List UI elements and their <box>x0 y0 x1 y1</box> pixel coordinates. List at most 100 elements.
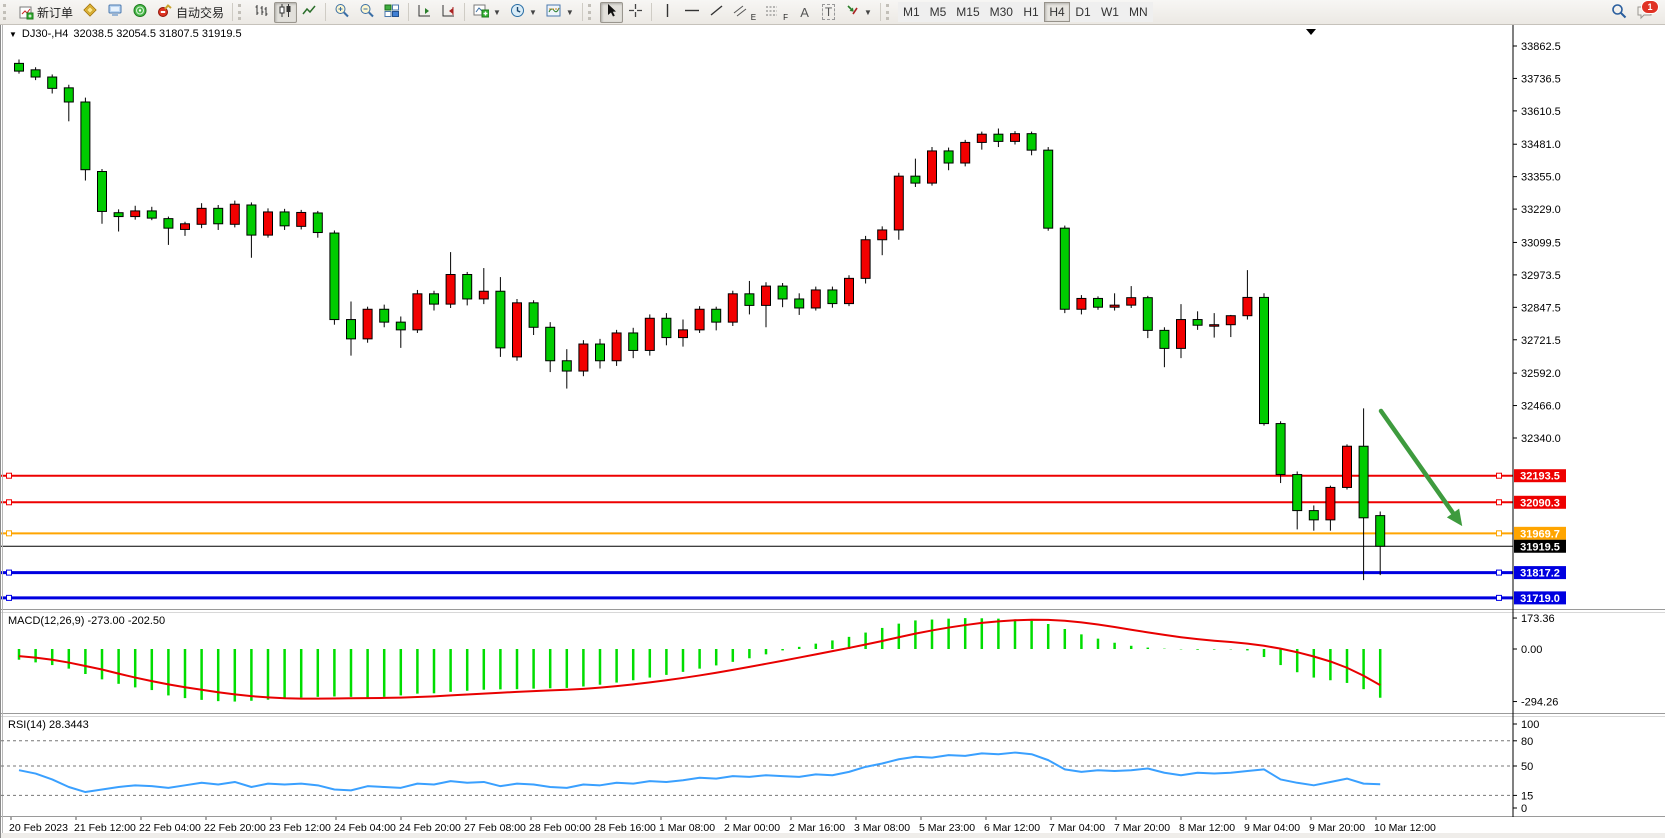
line-handle[interactable] <box>7 500 12 505</box>
horizontal-line-tool-button[interactable] <box>680 2 704 23</box>
search-button[interactable] <box>1607 2 1631 23</box>
date-axis-label[interactable]: 7 Mar 20:00 <box>1114 822 1170 834</box>
zoom-in-button[interactable] <box>330 2 354 23</box>
candlestick <box>961 142 970 163</box>
date-axis-label[interactable]: 21 Feb 12:00 <box>74 822 136 834</box>
candlestick <box>745 294 754 306</box>
crosshair-tool-button[interactable] <box>624 2 647 23</box>
candlestick <box>1160 330 1169 348</box>
date-axis-label[interactable]: 2 Mar 16:00 <box>789 822 845 834</box>
price-axis-label: 33610.5 <box>1521 106 1561 118</box>
timeframe-D1[interactable]: D1 <box>1070 2 1096 22</box>
date-axis-label[interactable]: 28 Feb 16:00 <box>594 822 656 834</box>
date-axis-label[interactable]: 28 Feb 00:00 <box>529 822 591 834</box>
line-handle[interactable] <box>7 570 12 575</box>
candlestick <box>81 102 90 170</box>
chart-canvas[interactable]: 33862.533736.533610.533481.033355.033229… <box>1 25 1665 838</box>
candlestick-chart-button[interactable] <box>274 2 297 23</box>
chart-title[interactable]: ▼ DJ30-,H4 32038.5 32054.5 31807.5 31919… <box>9 28 242 40</box>
toolbar-grip[interactable] <box>588 4 596 20</box>
toolbar-grip[interactable] <box>238 4 246 20</box>
indicators-button[interactable]: ▼ <box>469 2 505 23</box>
date-axis-label[interactable]: 27 Feb 08:00 <box>464 822 526 834</box>
date-axis-label[interactable]: 20 Feb 2023 <box>9 822 68 834</box>
candlestick <box>1094 298 1103 307</box>
chart-dropdown-icon[interactable]: ▼ <box>9 30 17 39</box>
zoom-out-button[interactable] <box>355 2 379 23</box>
candlestick <box>430 294 439 304</box>
channel-tool-button[interactable]: E <box>729 2 760 23</box>
date-axis-label[interactable]: 22 Feb 20:00 <box>204 822 266 834</box>
periods-button[interactable]: ▼ <box>506 2 541 23</box>
cursor-icon <box>605 3 618 21</box>
timeframe-M30[interactable]: M30 <box>985 2 1018 22</box>
auto-trading-button[interactable]: 自动交易 <box>153 2 228 23</box>
timeframe-M5[interactable]: M5 <box>925 2 952 22</box>
price-badge-label: 31719.0 <box>1520 593 1560 605</box>
date-axis-label[interactable]: 22 Feb 04:00 <box>139 822 201 834</box>
templates-button[interactable]: ▼ <box>542 2 578 23</box>
market-signal-button[interactable] <box>128 2 152 23</box>
publish-button[interactable] <box>78 2 102 23</box>
line-handle[interactable] <box>7 473 12 478</box>
dropdown-caret-icon: ▼ <box>529 8 537 17</box>
text-label-icon: T <box>822 4 835 20</box>
date-axis-label[interactable]: 5 Mar 23:00 <box>919 822 975 834</box>
toolbar-separator <box>232 3 233 21</box>
candlestick <box>994 134 1003 141</box>
trendline-tool-button[interactable] <box>705 2 728 23</box>
chart-shift-button[interactable] <box>413 2 436 23</box>
candlestick <box>845 278 854 303</box>
text-label-tool-button[interactable]: T <box>817 2 840 23</box>
date-axis-label[interactable]: 10 Mar 12:00 <box>1374 822 1436 834</box>
new-order-button[interactable]: 新订单 <box>15 2 77 23</box>
line-handle[interactable] <box>1497 570 1502 575</box>
line-handle[interactable] <box>1497 595 1502 600</box>
date-axis-label[interactable]: 7 Mar 04:00 <box>1049 822 1105 834</box>
timeframe-M15[interactable]: M15 <box>951 2 984 22</box>
toolbar-grip[interactable] <box>886 4 894 20</box>
line-handle[interactable] <box>7 531 12 536</box>
date-axis-label[interactable]: 24 Feb 04:00 <box>334 822 396 834</box>
candlestick <box>712 309 721 322</box>
text-tool-button[interactable]: A <box>793 2 816 23</box>
date-axis-label[interactable]: 23 Feb 12:00 <box>269 822 331 834</box>
date-axis-label[interactable]: 9 Mar 04:00 <box>1244 822 1300 834</box>
price-badge-label: 31817.2 <box>1520 568 1560 580</box>
vertical-line-tool-button[interactable] <box>656 2 679 23</box>
price-axis-label: 33355.0 <box>1521 172 1561 184</box>
date-axis-label[interactable]: 24 Feb 20:00 <box>399 822 461 834</box>
arrows-tool-button[interactable]: ▼ <box>841 2 876 23</box>
notifications-button[interactable]: 1 <box>1632 2 1657 23</box>
tile-windows-button[interactable] <box>380 2 404 23</box>
line-handle[interactable] <box>1497 531 1502 536</box>
date-axis-label[interactable]: 2 Mar 00:00 <box>724 822 780 834</box>
line-handle[interactable] <box>7 595 12 600</box>
candlestick <box>1177 320 1186 349</box>
date-axis-label[interactable]: 6 Mar 12:00 <box>984 822 1040 834</box>
auto-scroll-button[interactable] <box>437 2 460 23</box>
date-axis-label[interactable]: 1 Mar 08:00 <box>659 822 715 834</box>
candlestick <box>778 286 787 299</box>
line-chart-button[interactable] <box>298 2 321 23</box>
timeframe-M1[interactable]: M1 <box>898 2 925 22</box>
bar-chart-button[interactable] <box>250 2 273 23</box>
date-axis-label[interactable]: 3 Mar 08:00 <box>854 822 910 834</box>
date-axis-label[interactable]: 8 Mar 12:00 <box>1179 822 1235 834</box>
terminal-button[interactable] <box>103 2 127 23</box>
candlestick <box>1210 325 1219 327</box>
toolbar-grip[interactable] <box>3 4 11 20</box>
candlestick <box>728 294 737 322</box>
timeframe-H4[interactable]: H4 <box>1044 2 1070 22</box>
line-handle[interactable] <box>1497 500 1502 505</box>
line-handle[interactable] <box>1497 473 1502 478</box>
date-axis-label[interactable]: 9 Mar 20:00 <box>1309 822 1365 834</box>
cursor-tool-button[interactable] <box>600 2 623 23</box>
toolbar-separator <box>880 3 881 21</box>
toolbar-separator <box>582 3 583 21</box>
timeframe-H1[interactable]: H1 <box>1018 2 1044 22</box>
timeframe-W1[interactable]: W1 <box>1096 2 1124 22</box>
fibonacci-tool-button[interactable]: F <box>761 2 792 23</box>
candlestick <box>347 320 356 339</box>
timeframe-MN[interactable]: MN <box>1124 2 1153 22</box>
